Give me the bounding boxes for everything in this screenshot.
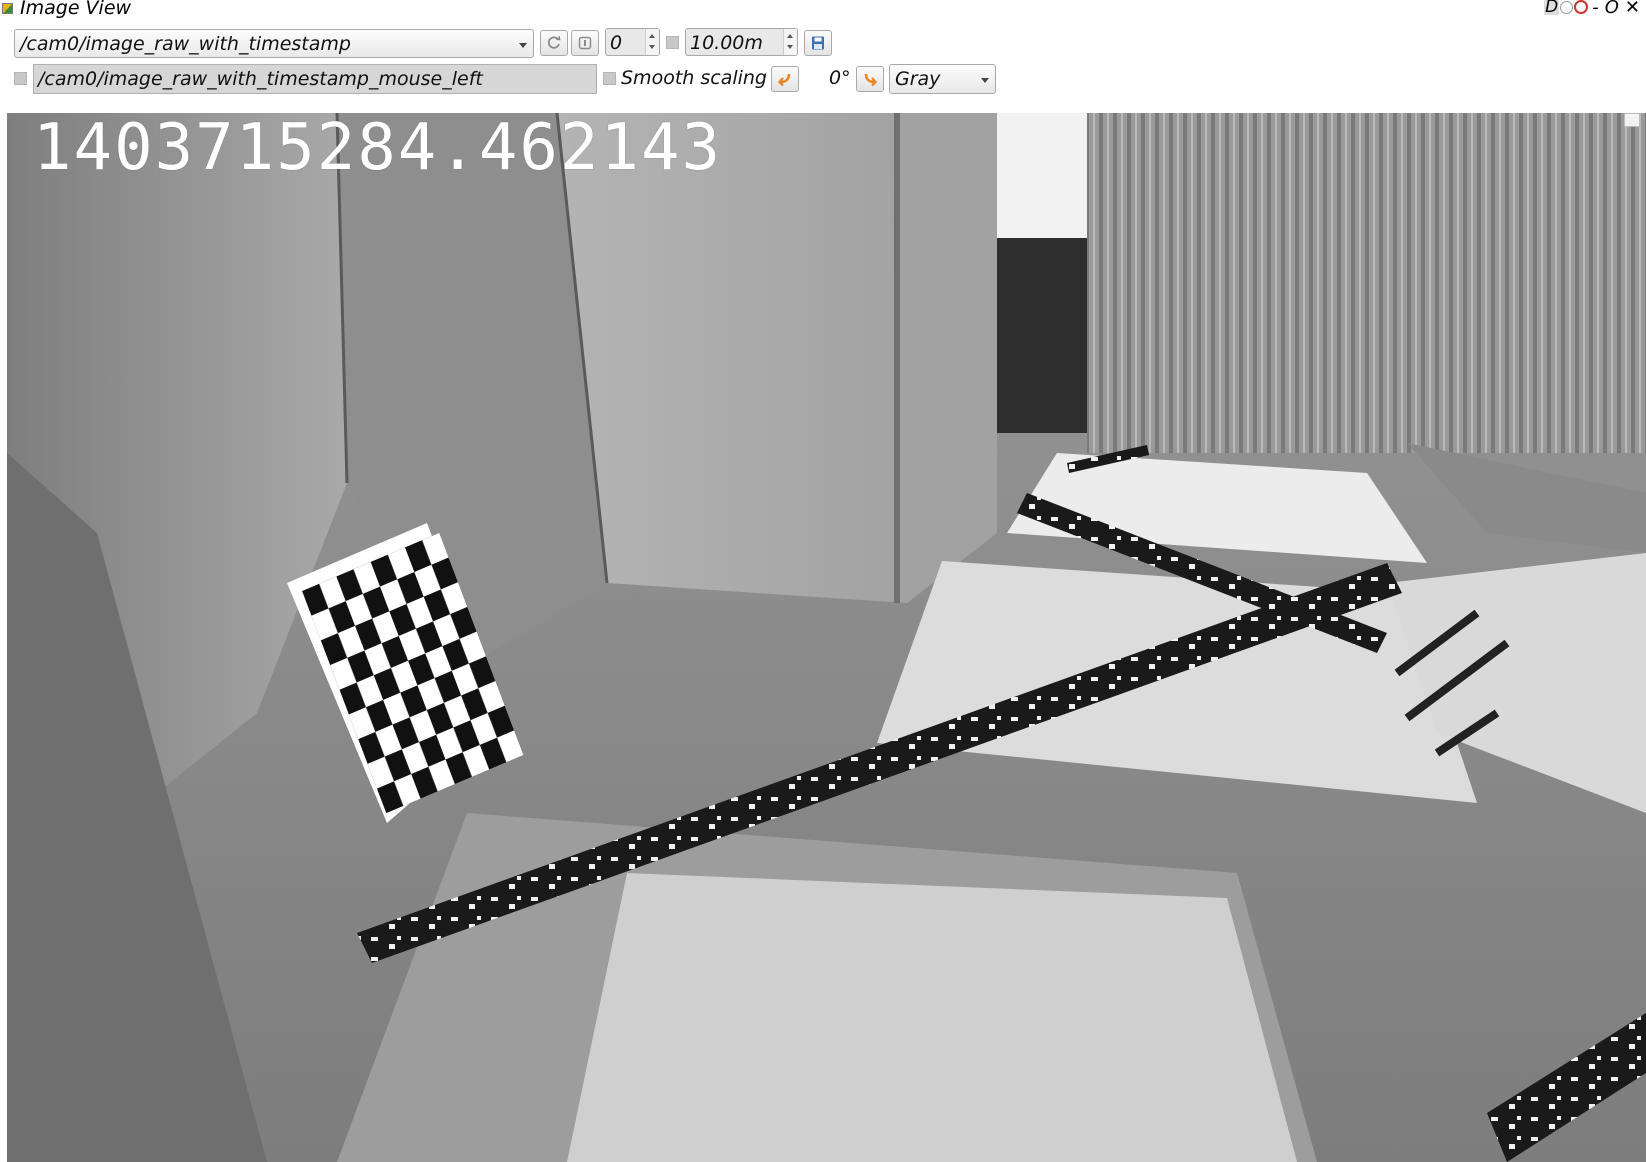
rotate-right-button[interactable] — [856, 66, 884, 92]
spin-up-icon — [787, 34, 793, 38]
mouse-topic-field[interactable]: /cam0/image_raw_with_timestamp_mouse_lef… — [33, 64, 597, 94]
rotate-left-icon — [777, 73, 791, 87]
time-window-value: 10.00m — [690, 32, 763, 54]
smooth-scaling-checkbox[interactable] — [603, 72, 616, 85]
smooth-scaling-label: Smooth scaling — [621, 67, 767, 89]
max-range-value: 0 — [610, 32, 623, 54]
window-title-bar: Image View D - O ✕ — [0, 0, 1646, 19]
camera-image — [7, 113, 1646, 1162]
rotate-right-icon — [864, 73, 878, 87]
pause-icon — [578, 36, 592, 50]
spin-down-icon — [649, 45, 655, 49]
dock-controls: D — [1544, 0, 1589, 16]
refresh-topics-button[interactable] — [540, 30, 568, 56]
image-corner-handle[interactable] — [1624, 113, 1640, 127]
app-icon — [2, 3, 13, 14]
max-range-spinbox[interactable]: 0 — [605, 28, 660, 56]
save-image-button[interactable] — [804, 30, 832, 56]
mouse-topic-value: /cam0/image_raw_with_timestamp_mouse_lef… — [38, 68, 483, 90]
publish-mouse-checkbox[interactable] — [14, 72, 27, 85]
save-icon — [812, 36, 824, 50]
close-icon[interactable]: ✕ — [1623, 0, 1642, 18]
colormap-select[interactable]: Gray — [889, 64, 996, 94]
rotation-angle-label: 0° — [829, 67, 851, 89]
minimize-button[interactable]: - — [1590, 0, 1601, 18]
help-icon[interactable] — [1560, 0, 1574, 14]
chevron-down-icon — [981, 78, 989, 83]
spinbox-arrows[interactable] — [645, 29, 659, 55]
time-window-spinbox[interactable]: 10.00m — [685, 28, 798, 56]
colormap-value: Gray — [895, 68, 941, 90]
rotate-left-button[interactable] — [771, 66, 799, 92]
max-range-checkbox[interactable] — [666, 36, 679, 49]
spin-up-icon — [649, 34, 655, 38]
timestamp-overlay: 1403715284.462143 — [33, 113, 723, 185]
chevron-down-icon — [519, 43, 527, 48]
title-bar-controls: D - O ✕ — [1544, 0, 1642, 18]
dock-letter[interactable]: D — [1544, 0, 1560, 16]
spinbox-arrows[interactable] — [783, 29, 797, 55]
reload-icon[interactable] — [1574, 0, 1589, 14]
camera-image-view[interactable]: 1403715284.462143 — [7, 113, 1646, 1162]
restore-button[interactable]: O — [1603, 0, 1621, 18]
window-title: Image View — [20, 0, 132, 19]
topic-select-value: /cam0/image_raw_with_timestamp — [20, 33, 351, 55]
zoom-one-button[interactable] — [571, 30, 599, 56]
spin-down-icon — [787, 45, 793, 49]
refresh-icon — [547, 36, 561, 49]
topic-select[interactable]: /cam0/image_raw_with_timestamp — [14, 29, 534, 58]
